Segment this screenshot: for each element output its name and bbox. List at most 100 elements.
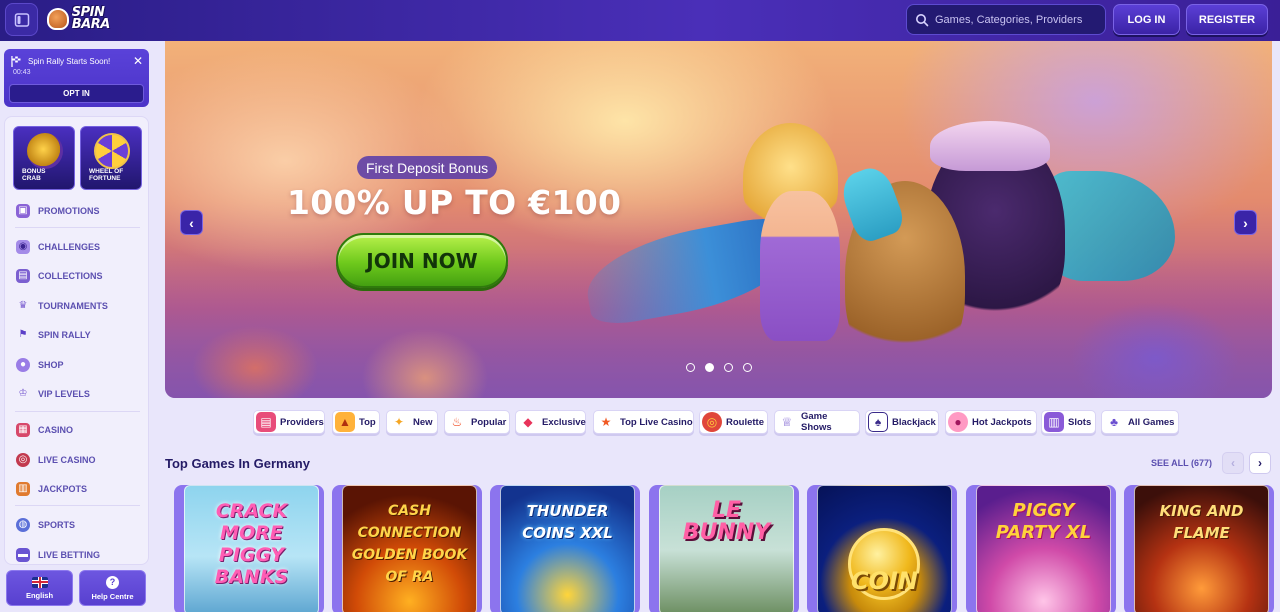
games-prev-button[interactable]: ‹	[1222, 452, 1244, 474]
sidebar-item-label: LIVE CASINO	[38, 455, 96, 465]
question-icon: ?	[106, 575, 119, 589]
login-button[interactable]: LOG IN	[1113, 4, 1180, 35]
carousel-dot[interactable]	[724, 363, 733, 372]
category-label: Game Shows	[801, 411, 832, 433]
rally-timer: 00:43	[13, 69, 31, 76]
jackpot-icon: ▥	[16, 482, 30, 496]
game-title: LE BUNNY	[682, 498, 771, 545]
games-next-button[interactable]: ›	[1249, 452, 1271, 474]
game-shows-icon: ♕	[781, 415, 793, 429]
tile-label: BONUS CRAB	[22, 168, 46, 182]
category-label: Top Live Casino	[620, 416, 693, 428]
sidebar-item-collections[interactable]: ▤ COLLECTIONS	[16, 269, 103, 283]
category-label: Top	[359, 416, 376, 428]
game-thumbnail: CRACK MORE PIGGY BANKS	[184, 485, 319, 612]
checkered-flag-icon	[11, 55, 21, 67]
language-button[interactable]: English	[6, 570, 73, 606]
sidebar-item-promotions[interactable]: ▣ PROMOTIONS	[16, 204, 100, 218]
sidebar-item-tournaments[interactable]: ♛ TOURNAMENTS	[16, 299, 108, 313]
carousel-dot-active[interactable]	[705, 363, 714, 372]
crown-icon: ♔	[18, 388, 28, 399]
register-button[interactable]: REGISTER	[1186, 4, 1268, 35]
sidebar-item-challenges[interactable]: ◉ CHALLENGES	[16, 240, 100, 254]
category-roulette[interactable]: ◎ Roulette	[699, 410, 768, 434]
wheel-of-fortune-tile[interactable]: WHEEL OF FORTUNE	[80, 126, 142, 190]
casino-icon: ▦	[16, 423, 30, 437]
category-label: Slots	[1068, 416, 1092, 428]
game-card[interactable]: COIN	[807, 485, 957, 612]
hero-badge: First Deposit Bonus	[357, 156, 498, 179]
flag-icon: ⚑	[18, 329, 28, 340]
category-top[interactable]: ▲ Top	[332, 410, 380, 434]
cards-icon: ♠	[868, 412, 888, 432]
category-label: Popular	[471, 416, 507, 428]
category-exclusive[interactable]: ◆ Exclusive	[515, 410, 586, 434]
shop-icon: ●	[16, 358, 30, 372]
carousel-dots	[686, 363, 752, 372]
bonus-crab-tile[interactable]: BONUS CRAB	[13, 126, 75, 190]
sidebar-item-sports[interactable]: ◍ SPORTS	[16, 518, 75, 532]
sidebar-item-label: SPORTS	[38, 520, 76, 530]
sidebar-item-shop[interactable]: ● SHOP	[16, 358, 64, 372]
sidebar-item-label: COLLECTIONS	[38, 271, 103, 281]
category-new[interactable]: ✦ New	[386, 410, 438, 434]
category-popular[interactable]: ♨ Popular	[444, 410, 510, 434]
game-card[interactable]: KING AND FLAME	[1124, 485, 1274, 612]
category-providers[interactable]: ▤ Providers	[253, 410, 325, 434]
hero-next-button[interactable]: ›	[1234, 210, 1257, 235]
capybara-logo-icon	[47, 8, 69, 30]
challenge-icon: ◉	[16, 240, 30, 254]
gift-icon: ▣	[16, 204, 30, 218]
sidebar: BONUS CRAB WHEEL OF FORTUNE ▣ PROMOTIONS…	[4, 116, 149, 565]
close-icon[interactable]: ✕	[133, 55, 143, 67]
category-top-live-casino[interactable]: ★ Top Live Casino	[593, 410, 694, 434]
hero-headline: 100% UP TO €100	[287, 183, 622, 222]
star-icon: ★	[600, 415, 612, 429]
sidebar-item-label: JACKPOTS	[38, 484, 88, 494]
sidebar-item-jackpots[interactable]: ▥ JACKPOTS	[16, 482, 87, 496]
site-logo[interactable]: SPIN BARA	[47, 5, 119, 33]
hero-prev-button[interactable]: ‹	[180, 210, 203, 235]
game-title: KING AND FLAME	[1159, 502, 1244, 542]
section-title: Top Games In Germany	[165, 456, 310, 471]
game-card[interactable]: CRACK MORE PIGGY BANKS	[174, 485, 324, 612]
search-input[interactable]	[935, 13, 1105, 26]
sidebar-item-label: LIVE BETTING	[38, 550, 101, 560]
roulette-icon: ◎	[702, 412, 722, 432]
game-card[interactable]: CASH CONNECTION GOLDEN BOOK OF RA	[332, 485, 482, 612]
game-title: THUNDER COINS XXL	[522, 502, 613, 542]
sidebar-item-label: CHALLENGES	[38, 242, 101, 252]
chevron-left-icon: ‹	[1231, 456, 1235, 470]
category-hot-jackpots[interactable]: ● Hot Jackpots	[945, 410, 1037, 434]
category-label: Roulette	[726, 416, 764, 428]
sidebar-item-live-casino[interactable]: ◎ LIVE CASINO	[16, 453, 96, 467]
category-blackjack[interactable]: ♠ Blackjack	[865, 410, 939, 434]
game-card[interactable]: LE BUNNY	[649, 485, 799, 612]
game-card[interactable]: THUNDER COINS XXL	[490, 485, 640, 612]
live-betting-icon: ▬	[16, 548, 30, 562]
category-all-games[interactable]: ♣ All Games	[1101, 410, 1179, 434]
sidebar-item-live-betting[interactable]: ▬ LIVE BETTING	[16, 548, 100, 562]
help-centre-button[interactable]: ? Help Centre	[79, 570, 146, 606]
gem-icon: ◆	[523, 415, 533, 429]
divider	[15, 505, 140, 506]
search-box[interactable]	[906, 4, 1106, 35]
opt-in-button[interactable]: OPT IN	[9, 84, 144, 103]
category-slots[interactable]: ▥ Slots	[1041, 410, 1096, 434]
game-card[interactable]: PIGGY PARTY XL	[966, 485, 1116, 612]
carousel-dot[interactable]	[743, 363, 752, 372]
sidebar-item-casino[interactable]: ▦ CASINO	[16, 423, 73, 437]
join-now-button[interactable]: JOIN NOW	[336, 233, 508, 288]
sidebar-item-spin-rally[interactable]: ⚑ SPIN RALLY	[16, 328, 91, 342]
game-thumbnail: COIN	[817, 485, 952, 612]
see-all-link[interactable]: SEE ALL (677)	[1151, 458, 1212, 468]
slots-icon: ▥	[1044, 412, 1064, 432]
game-title: CRACK MORE PIGGY BANKS	[214, 500, 289, 588]
sidebar-toggle-button[interactable]	[5, 3, 38, 36]
game-title: COIN	[850, 567, 919, 595]
spin-rally-banner: Spin Rally Starts Soon! ✕ 00:43 OPT IN	[4, 49, 149, 107]
chevron-left-icon: ‹	[189, 214, 194, 231]
carousel-dot[interactable]	[686, 363, 695, 372]
sidebar-item-vip-levels[interactable]: ♔ VIP LEVELS	[16, 387, 90, 401]
category-game-shows[interactable]: ♕ Game Shows	[774, 410, 860, 434]
